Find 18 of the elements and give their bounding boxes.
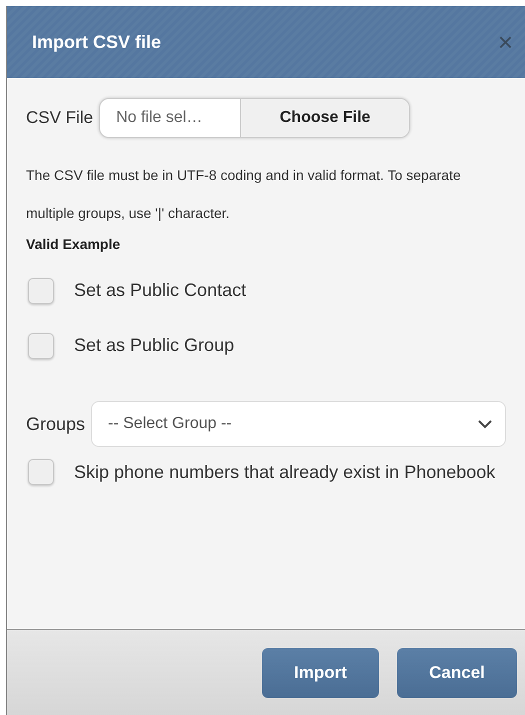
checkbox[interactable] [28,459,54,485]
format-note: The CSV file must be in UTF-8 coding and in valid format. To separate multiple groups, use '|' character. [26,166,462,223]
checkbox-label: Set as Public Contact [74,279,246,302]
choose-file-button[interactable]: Choose File [240,99,410,137]
field-label: Groups [26,412,86,436]
checkbox[interactable] [28,332,54,358]
checkbox-label: Set as Public Group [74,334,234,357]
checkbox-label: Skip phone numbers that already exist in Phonebook [74,462,496,482]
checkbox[interactable] [28,278,54,304]
group-select[interactable]: -- Select Group -- [91,401,506,447]
file-status: No file sel… [115,108,204,128]
dialog-title: Import CSV file [32,30,162,54]
cancel-button[interactable]: Cancel [397,648,517,698]
file-input[interactable]: No file sel… Choose File [99,98,410,138]
example-heading: Valid Example [26,235,122,254]
import-button[interactable]: Import [262,648,379,698]
field-label: CSV File [26,107,94,130]
chevron-down-icon [477,419,493,429]
